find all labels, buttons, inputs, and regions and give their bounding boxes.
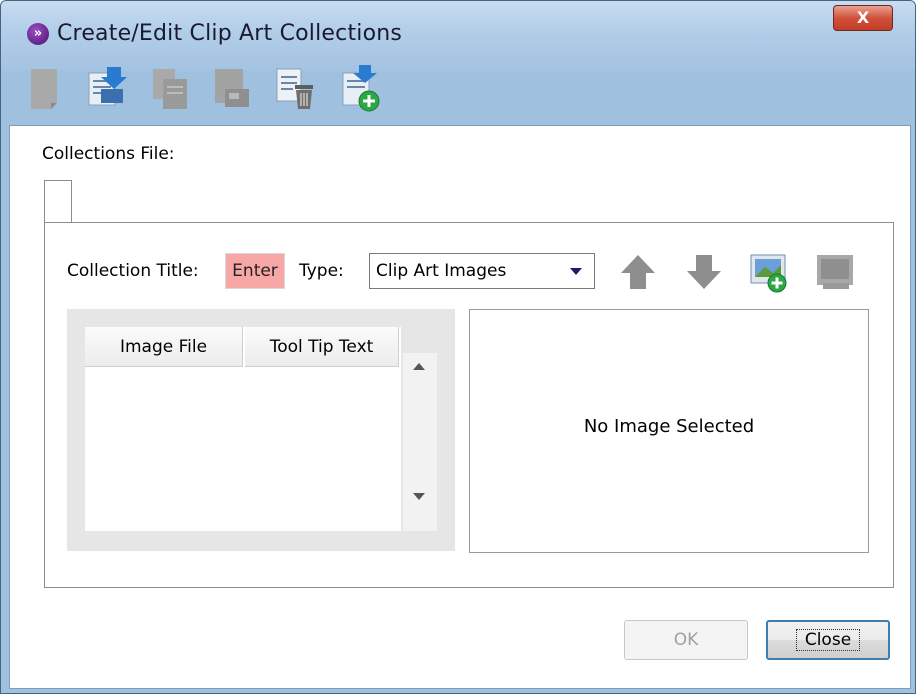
- image-preview: No Image Selected: [469, 309, 869, 553]
- collection-tab[interactable]: [44, 180, 72, 223]
- window-title: Create/Edit Clip Art Collections: [57, 21, 403, 46]
- type-dropdown[interactable]: Clip Art Images: [369, 253, 595, 289]
- title-bar[interactable]: » Create/Edit Clip Art Collections X: [1, 1, 915, 71]
- close-button[interactable]: Close: [766, 620, 890, 660]
- preview-placeholder: No Image Selected: [583, 416, 755, 437]
- vertical-scrollbar[interactable]: [403, 353, 437, 531]
- dialog-window: » Create/Edit Clip Art Collections X Col…: [0, 0, 916, 694]
- open-document-icon[interactable]: [81, 63, 129, 115]
- add-image-icon[interactable]: [747, 249, 793, 295]
- ok-button[interactable]: OK: [624, 620, 748, 660]
- scroll-up-icon[interactable]: [413, 363, 425, 370]
- collections-file-label: Collections File:: [42, 144, 175, 164]
- save-document-icon[interactable]: [207, 63, 255, 115]
- chevron-down-icon: [570, 268, 582, 275]
- delete-document-icon[interactable]: [271, 63, 319, 115]
- move-down-icon[interactable]: [681, 249, 727, 295]
- collection-title-label: Collection Title:: [67, 261, 199, 281]
- collection-title-input[interactable]: Enter: [225, 253, 285, 289]
- toolbar: [21, 63, 901, 123]
- dialog-body: Collections File: Collection Title: Ente…: [9, 125, 911, 689]
- type-selected-value: Clip Art Images: [376, 261, 507, 281]
- move-up-icon[interactable]: [615, 249, 661, 295]
- window-close-button[interactable]: X: [833, 5, 893, 31]
- remove-image-icon[interactable]: [813, 249, 859, 295]
- scroll-down-icon[interactable]: [413, 493, 425, 500]
- copy-document-icon[interactable]: [145, 63, 193, 115]
- image-table[interactable]: Image File Tool Tip Text: [85, 327, 401, 531]
- add-document-icon[interactable]: [335, 63, 383, 115]
- image-list-area: Image File Tool Tip Text: [67, 309, 455, 551]
- close-button-label: Close: [795, 629, 861, 651]
- column-header-tool-tip-text[interactable]: Tool Tip Text: [245, 327, 399, 367]
- collection-panel: Collection Title: Enter Type: Clip Art I…: [44, 222, 894, 588]
- app-icon: »: [27, 23, 49, 45]
- column-header-image-file[interactable]: Image File: [85, 327, 243, 367]
- new-document-icon[interactable]: [21, 63, 69, 115]
- type-label: Type:: [299, 261, 344, 281]
